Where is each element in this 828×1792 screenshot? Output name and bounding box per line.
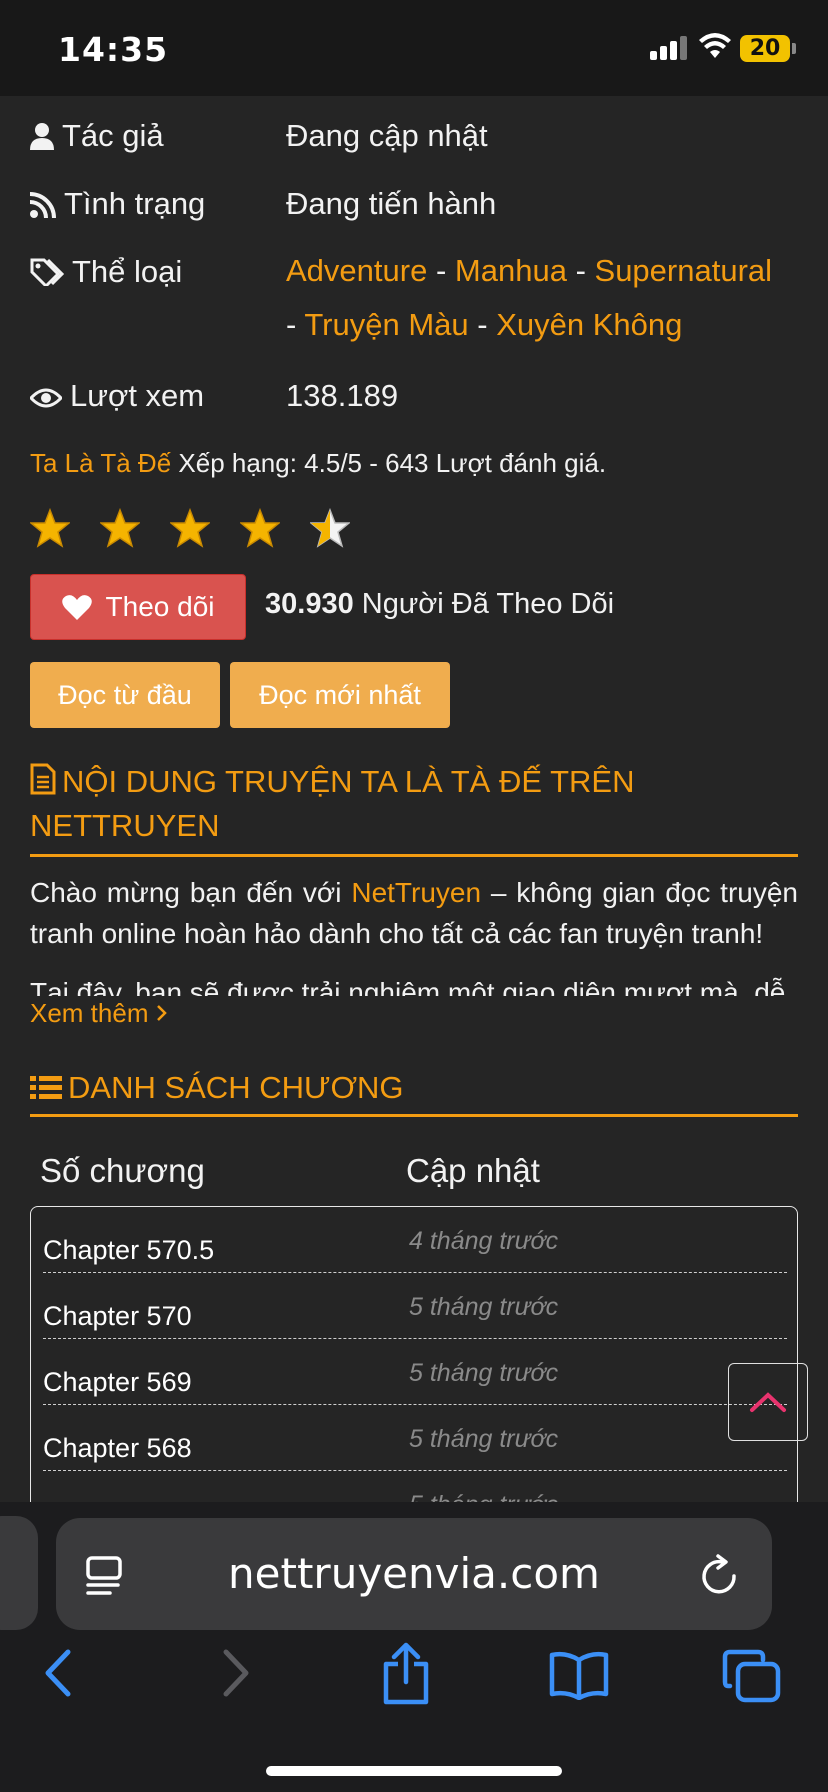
tags-icon — [30, 258, 65, 289]
scroll-to-top-button[interactable] — [728, 1363, 808, 1441]
star-icon[interactable] — [170, 508, 210, 548]
previous-tab-peek[interactable] — [0, 1516, 38, 1630]
follow-button[interactable]: Theo dõi — [30, 574, 246, 640]
content-section-title: NỘI DUNG TRUYỆN TA LÀ TÀ ĐẾ TRÊN NETTRUY… — [30, 760, 798, 857]
chapter-row[interactable]: Chapter 569 5 tháng trước — [43, 1339, 787, 1405]
chapter-time: 5 tháng trước — [409, 1293, 559, 1321]
status-label: Tình trạng — [64, 186, 206, 221]
genre-link-adventure[interactable]: Adventure — [286, 253, 427, 288]
battery-cap — [792, 43, 796, 54]
chapter-link[interactable]: Chapter 570 — [43, 1301, 192, 1332]
star-icon[interactable] — [240, 508, 280, 548]
views-value: 138.189 — [286, 378, 399, 413]
address-bar[interactable]: nettruyenvia.com — [56, 1518, 772, 1630]
url-text: nettruyenvia.com — [228, 1549, 600, 1598]
author-value: Đang cập nhật — [286, 118, 488, 153]
home-indicator — [266, 1766, 562, 1776]
follow-button-label: Theo dõi — [105, 591, 215, 622]
status-value: Đang tiến hành — [286, 186, 497, 221]
chapter-row[interactable]: Chapter 568 5 tháng trước — [43, 1405, 787, 1471]
views-label: Lượt xem — [70, 378, 205, 413]
status-bar: 14:35 20 — [0, 0, 828, 96]
chapter-link[interactable]: Chapter 569 — [43, 1367, 192, 1398]
chevron-up-icon — [750, 1392, 786, 1412]
bookmarks-icon[interactable] — [548, 1650, 610, 1700]
wifi-icon — [699, 33, 731, 58]
chapter-row[interactable]: Chapter 570.5 4 tháng trước — [43, 1207, 787, 1273]
eye-icon — [28, 388, 64, 408]
column-header-chapter: Số chương — [40, 1152, 205, 1189]
list-icon — [30, 1076, 62, 1099]
genres-label: Thể loại — [72, 254, 183, 289]
follow-count: 30.930 Người Đã Theo Dõi — [265, 588, 614, 621]
heart-icon — [61, 595, 92, 620]
chapter-time: 4 tháng trước — [409, 1227, 559, 1255]
share-icon[interactable] — [380, 1642, 432, 1706]
star-icon[interactable] — [100, 508, 140, 548]
chapter-link[interactable]: Chapter 568 — [43, 1433, 192, 1464]
battery-indicator: 20 — [740, 35, 790, 62]
follow-count-number: 30.930 — [265, 588, 354, 620]
chevron-right-icon — [156, 1005, 167, 1021]
rating-title-link[interactable]: Ta Là Tà Đế — [30, 448, 171, 478]
chapter-list[interactable]: Chapter 570.5 4 tháng trước Chapter 570 … — [30, 1206, 798, 1526]
see-more-link[interactable]: Xem thêm — [30, 998, 168, 1029]
back-icon[interactable] — [42, 1648, 74, 1698]
rating-line: Ta Là Tà Đế Xếp hạng: 4.5/5 - 643 Lượt đ… — [30, 448, 606, 479]
signal-icon — [650, 36, 690, 60]
tabs-icon[interactable] — [722, 1648, 782, 1704]
status-time: 14:35 — [58, 30, 169, 69]
rss-icon — [29, 192, 56, 219]
chapter-section-title: DANH SÁCH CHƯƠNG — [30, 1066, 798, 1117]
half-star-icon[interactable] — [310, 508, 350, 548]
column-header-updated: Cập nhật — [406, 1152, 540, 1189]
chapter-time: 5 tháng trước — [409, 1425, 559, 1453]
forward-icon[interactable] — [220, 1648, 252, 1698]
read-latest-button[interactable]: Đọc mới nhất — [230, 662, 450, 728]
read-first-button[interactable]: Đọc từ đầu — [30, 662, 220, 728]
follow-count-suffix: Người Đã Theo Dõi — [361, 588, 615, 620]
file-text-icon — [30, 763, 56, 795]
genre-link-manhua[interactable]: Manhua — [455, 253, 567, 288]
user-icon — [30, 123, 54, 150]
chapter-time: 5 tháng trước — [409, 1359, 559, 1387]
chapter-row[interactable]: Chapter 570 5 tháng trước — [43, 1273, 787, 1339]
rating-text: Xếp hạng: 4.5/5 - 643 Lượt đánh giá. — [178, 448, 607, 478]
nettruyen-link[interactable]: NetTruyen — [351, 877, 481, 908]
genre-link-truyen-mau[interactable]: Truyện Màu — [304, 307, 468, 342]
star-icon[interactable] — [30, 508, 70, 548]
author-label: Tác giả — [62, 118, 164, 153]
reload-icon[interactable] — [700, 1554, 740, 1596]
genre-link-supernatural[interactable]: Supernatural — [595, 253, 773, 288]
content-description: Chào mừng bạn đến với NetTruyen – không … — [30, 877, 798, 996]
chapter-link[interactable]: Chapter 570.5 — [43, 1235, 214, 1266]
genre-link-xuyen-khong[interactable]: Xuyên Không — [496, 307, 682, 342]
